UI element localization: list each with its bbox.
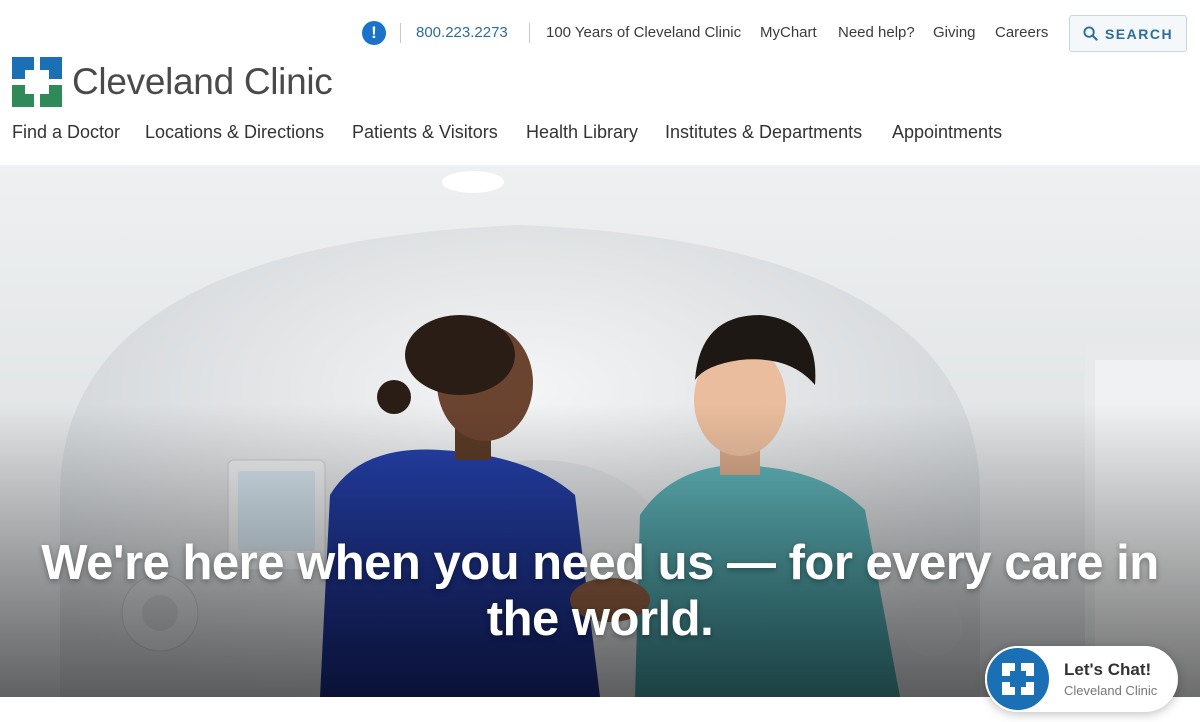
chat-subtitle: Cleveland Clinic (1064, 683, 1158, 698)
chat-cross-icon (985, 646, 1051, 712)
hero-headline: We're here when you need us — for every … (40, 535, 1160, 647)
nav-patients-visitors[interactable]: Patients & Visitors (352, 122, 498, 143)
divider (529, 23, 530, 43)
logo-text: Cleveland Clinic (72, 61, 333, 102)
nav-health-library[interactable]: Health Library (526, 122, 638, 143)
chat-widget-button[interactable]: Let's Chat! Cleveland Clinic (985, 646, 1178, 712)
hero-headline-line1: We're here when you need us — for every … (41, 536, 1159, 590)
nav-appointments[interactable]: Appointments (892, 122, 1002, 143)
search-label: SEARCH (1104, 25, 1174, 42)
need-help-link[interactable]: Need help? (838, 24, 915, 41)
centennial-link[interactable]: 100 Years of Cleveland Clinic (546, 24, 741, 41)
careers-link[interactable]: Careers (995, 24, 1048, 41)
hero-headline-line2: the world. (486, 592, 714, 646)
giving-link[interactable]: Giving (933, 24, 976, 41)
nav-locations-directions[interactable]: Locations & Directions (145, 122, 324, 143)
nav-institutes-departments[interactable]: Institutes & Departments (665, 122, 862, 143)
alert-icon[interactable]: ! (362, 21, 386, 45)
search-icon (1083, 26, 1098, 41)
logo-cross-icon (12, 57, 62, 107)
utility-bar: ! 800.223.2273 100 Years of Cleveland Cl… (0, 14, 1200, 52)
hero-banner: We're here when you need us — for every … (0, 165, 1200, 697)
site-logo[interactable]: Cleveland Clinic (12, 57, 333, 107)
divider (400, 23, 401, 43)
nav-find-a-doctor[interactable]: Find a Doctor (12, 122, 120, 143)
mychart-link[interactable]: MyChart (760, 24, 817, 41)
search-button[interactable]: SEARCH (1069, 15, 1187, 52)
phone-link[interactable]: 800.223.2273 (416, 24, 508, 41)
chat-title: Let's Chat! (1064, 660, 1152, 679)
